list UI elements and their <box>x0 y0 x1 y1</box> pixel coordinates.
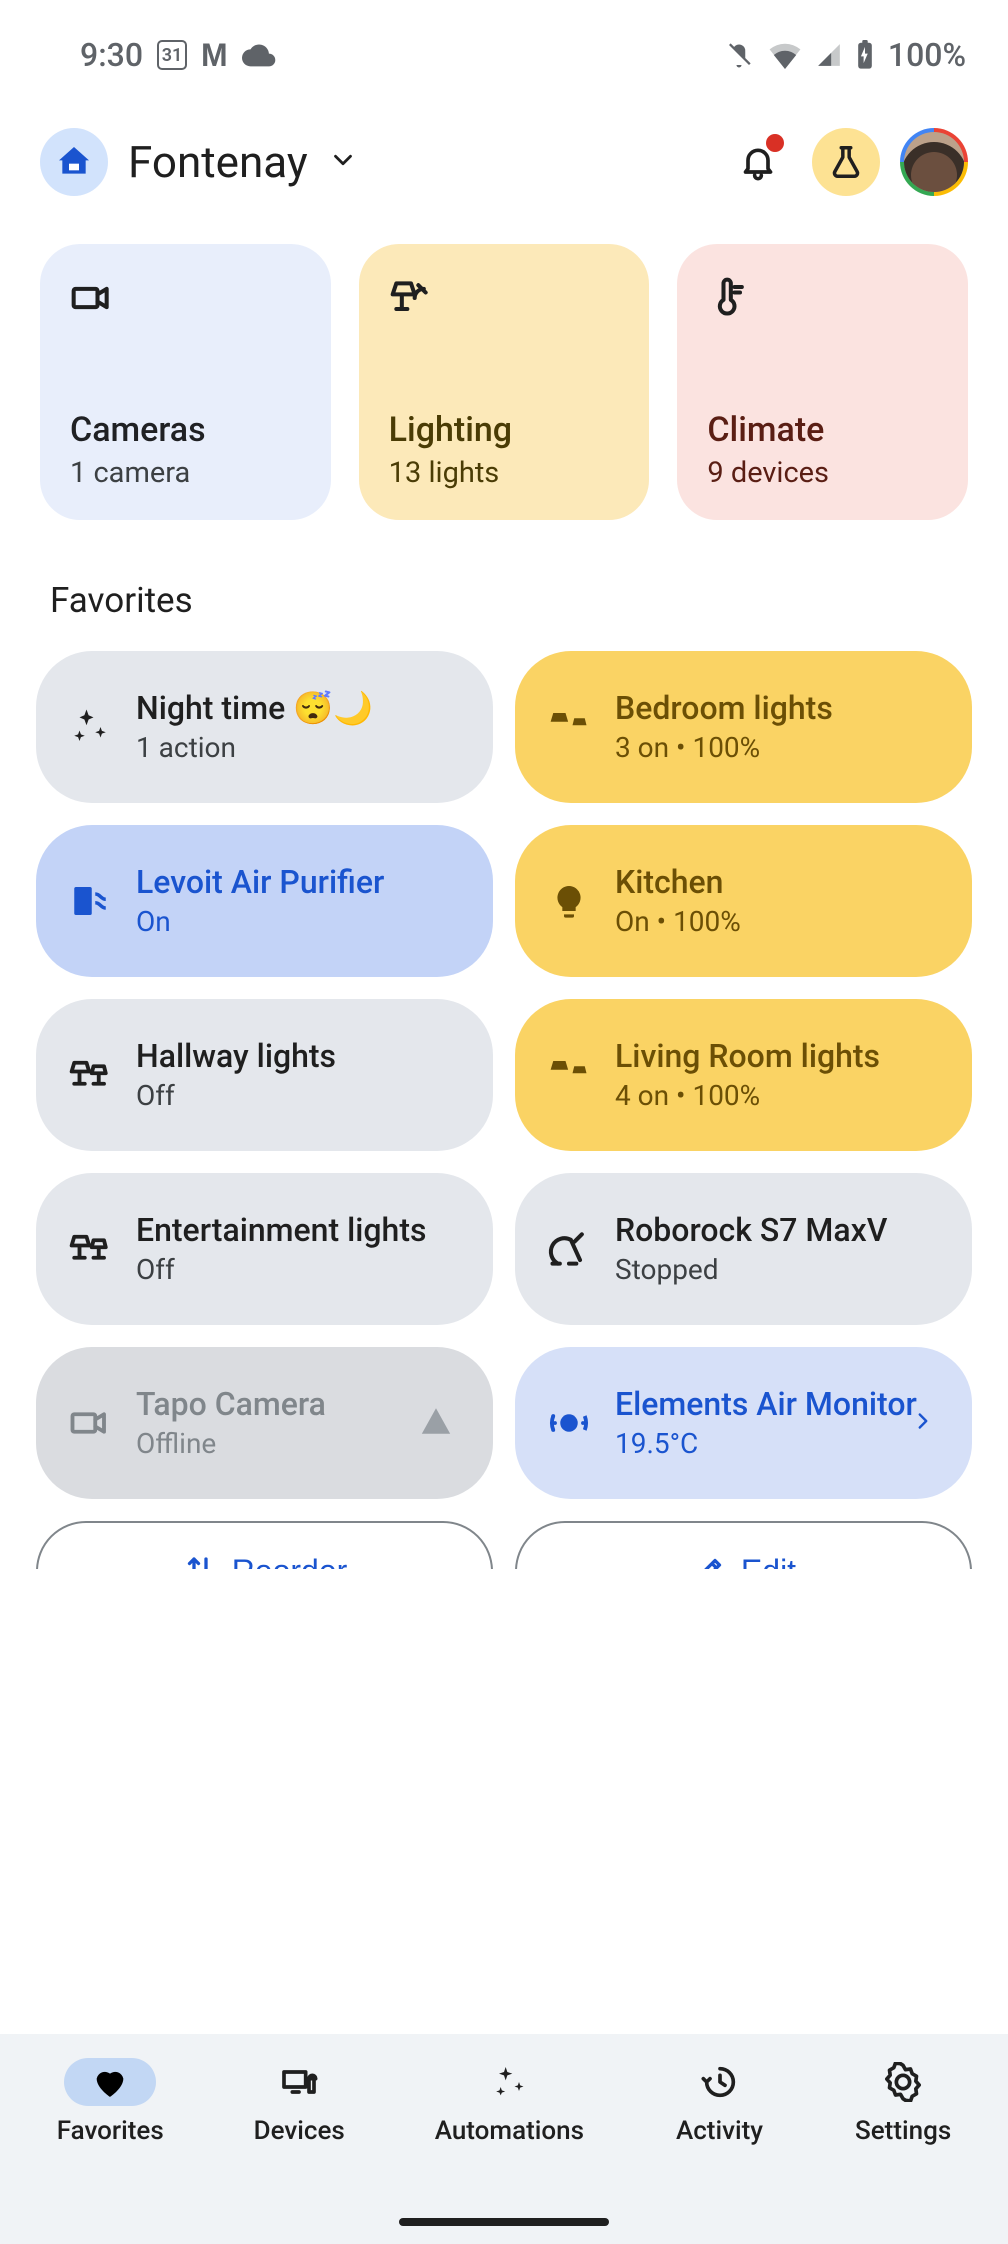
nav-activity[interactable]: Activity <box>666 2058 774 2146</box>
chevron-down-icon <box>328 145 358 179</box>
category-subtitle: 9 devices <box>707 456 938 490</box>
signal-icon <box>816 42 842 68</box>
reorder-label: Reorder <box>232 1553 348 1570</box>
gear-icon <box>883 2062 923 2102</box>
home-name: Fontenay <box>128 136 308 188</box>
lamp-group-icon <box>66 1228 114 1270</box>
fav-levoit-purifier[interactable]: Levoit Air Purifier On <box>36 825 493 977</box>
lamp-group-icon <box>545 1054 593 1096</box>
fav-subtitle: Stopped <box>615 1253 887 1287</box>
gmail-icon: M <box>201 37 228 74</box>
camera-icon <box>66 1402 114 1444</box>
category-title: Lighting <box>389 410 620 450</box>
cloud-icon <box>242 43 276 67</box>
fav-title: Entertainment lights <box>136 1211 426 1249</box>
fav-kitchen[interactable]: Kitchen On • 100% <box>515 825 972 977</box>
nav-label: Devices <box>254 2116 345 2146</box>
lamp-group-icon <box>545 706 593 748</box>
fav-title: Levoit Air Purifier <box>136 863 384 901</box>
nav-favorites[interactable]: Favorites <box>49 2058 172 2146</box>
nav-label: Settings <box>855 2116 951 2146</box>
edit-button[interactable]: Edit <box>515 1521 972 1569</box>
fav-title: Bedroom lights <box>615 689 833 727</box>
fav-bedroom-lights[interactable]: Bedroom lights 3 on • 100% <box>515 651 972 803</box>
notifications-button[interactable] <box>724 128 792 196</box>
category-subtitle: 13 lights <box>389 456 620 490</box>
vacuum-icon <box>545 1227 593 1271</box>
category-title: Cameras <box>70 410 301 450</box>
battery-charging-icon <box>856 40 874 70</box>
warning-icon <box>419 1404 453 1442</box>
nav-automations[interactable]: Automations <box>427 2058 592 2146</box>
devices-icon <box>279 2062 319 2102</box>
air-sensor-icon <box>545 1402 593 1444</box>
camera-icon <box>70 276 114 320</box>
vibrate-off-icon <box>724 40 754 70</box>
fav-subtitle: Off <box>136 1079 336 1113</box>
fav-living-room-lights[interactable]: Living Room lights 4 on • 100% <box>515 999 972 1151</box>
account-avatar[interactable] <box>900 128 968 196</box>
notification-dot-icon <box>766 134 784 152</box>
reorder-icon <box>182 1553 218 1569</box>
pencil-icon <box>691 1553 727 1569</box>
sparkles-icon <box>489 2062 529 2102</box>
fav-entertainment-lights[interactable]: Entertainment lights Off <box>36 1173 493 1325</box>
home-selector[interactable]: Fontenay <box>128 136 358 188</box>
heart-icon <box>90 2062 130 2102</box>
category-subtitle: 1 camera <box>70 456 301 490</box>
home-icon <box>40 128 108 196</box>
category-cameras[interactable]: Cameras 1 camera <box>40 244 331 520</box>
fav-tapo-camera[interactable]: Tapo Camera Offline <box>36 1347 493 1499</box>
fav-title: Elements Air Monitor <box>615 1385 917 1423</box>
sparkle-icon <box>66 706 114 748</box>
bulb-icon <box>545 881 593 921</box>
battery-percent: 100% <box>888 36 966 74</box>
fav-hallway-lights[interactable]: Hallway lights Off <box>36 999 493 1151</box>
category-lighting[interactable]: Lighting 13 lights <box>359 244 650 520</box>
status-time: 9:30 <box>80 36 143 74</box>
fav-elements-air-monitor[interactable]: Elements Air Monitor 19.5°C <box>515 1347 972 1499</box>
fav-title: Tapo Camera <box>136 1385 326 1423</box>
nav-label: Activity <box>676 2116 763 2146</box>
gesture-handle[interactable] <box>399 2218 609 2226</box>
edit-label: Edit <box>741 1553 796 1570</box>
fav-subtitle: Offline <box>136 1427 326 1461</box>
calendar-icon: 31 <box>157 40 187 70</box>
fav-subtitle: On • 100% <box>615 905 741 939</box>
category-title: Climate <box>707 410 938 450</box>
nav-settings[interactable]: Settings <box>847 2058 959 2146</box>
fav-title: Hallway lights <box>136 1037 336 1075</box>
fav-subtitle: 19.5°C <box>615 1427 917 1461</box>
fav-title: Living Room lights <box>615 1037 880 1075</box>
fav-night-time[interactable]: Night time 😴🌙 1 action <box>36 651 493 803</box>
nav-label: Automations <box>435 2116 584 2146</box>
reorder-button[interactable]: Reorder <box>36 1521 493 1569</box>
air-purifier-icon <box>66 880 114 922</box>
labs-button[interactable] <box>812 128 880 196</box>
fav-subtitle: Off <box>136 1253 426 1287</box>
category-climate[interactable]: Climate 9 devices <box>677 244 968 520</box>
history-icon <box>700 2062 740 2102</box>
bottom-nav: Favorites Devices Automations Activity S… <box>0 2034 1008 2244</box>
fav-subtitle: 3 on • 100% <box>615 731 833 765</box>
chevron-right-icon <box>910 1408 936 1438</box>
lamp-icon <box>389 276 433 320</box>
fav-roborock[interactable]: Roborock S7 MaxV Stopped <box>515 1173 972 1325</box>
fav-subtitle: 1 action <box>136 731 373 765</box>
fav-title: Kitchen <box>615 863 741 901</box>
thermostat-icon <box>707 276 751 320</box>
fav-title: Night time 😴🌙 <box>136 689 373 727</box>
status-bar: 9:30 31 M 100% <box>0 0 1008 80</box>
wifi-icon <box>768 41 802 69</box>
fav-subtitle: 4 on • 100% <box>615 1079 880 1113</box>
nav-label: Favorites <box>57 2116 164 2146</box>
fav-subtitle: On <box>136 905 384 939</box>
fav-title: Roborock S7 MaxV <box>615 1211 887 1249</box>
nav-devices[interactable]: Devices <box>245 2058 353 2146</box>
lamp-group-icon <box>66 1054 114 1096</box>
favorites-heading: Favorites <box>0 520 1008 651</box>
